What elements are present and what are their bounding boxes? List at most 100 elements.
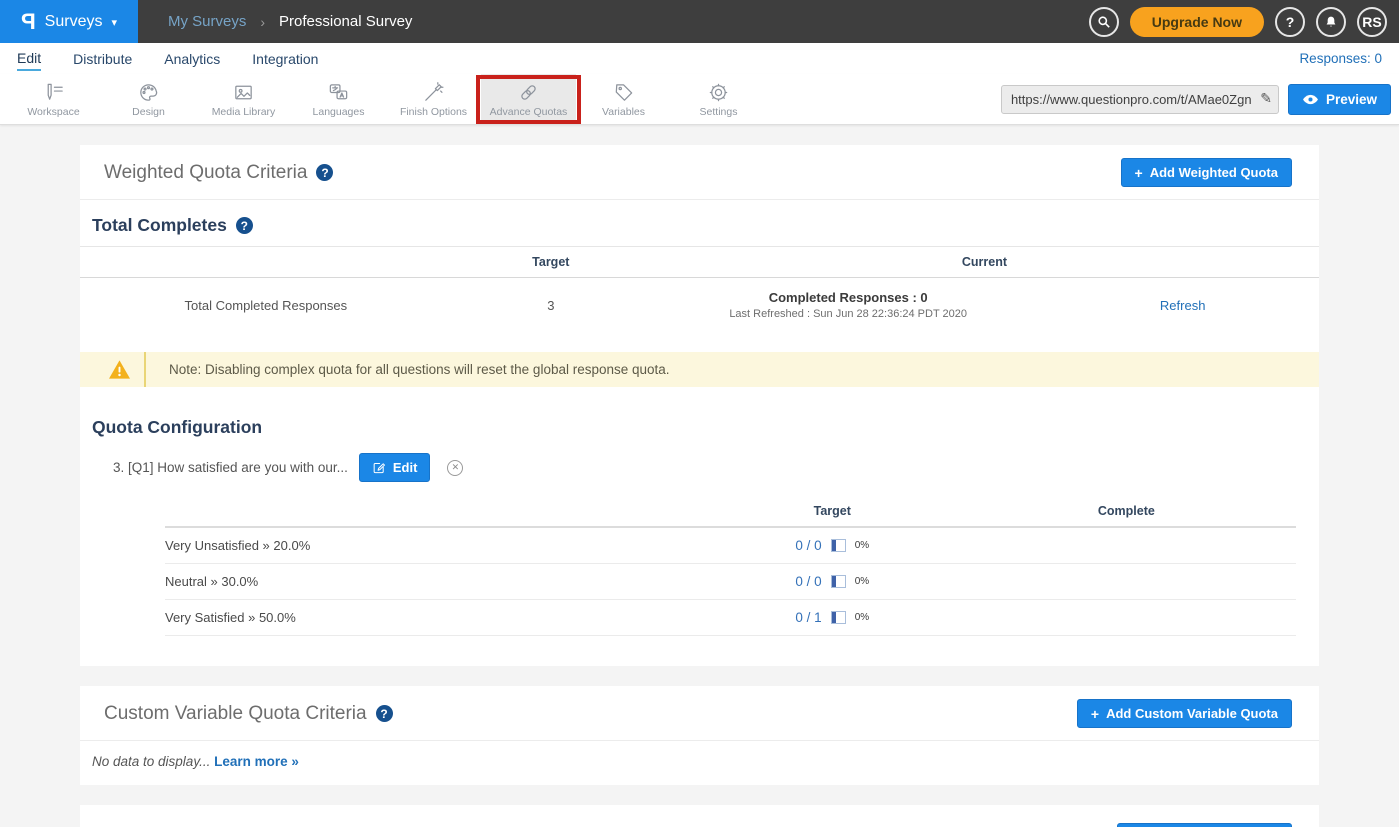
toolbar-advance-quotas-label: Advance Quotas — [490, 106, 568, 118]
help-button[interactable]: ? — [1275, 7, 1305, 37]
question-label: 3. [Q1] How satisfied are you with our..… — [113, 460, 348, 475]
edit-icon — [372, 461, 386, 475]
empty-state-row: No data to display... Learn more » — [80, 741, 1319, 785]
learn-more-link[interactable]: Learn more » — [214, 754, 299, 769]
toolbar-finish-options-label: Finish Options — [400, 106, 467, 118]
quota-question-row: 3. [Q1] How satisfied are you with our..… — [80, 438, 1319, 482]
surveys-product-menu[interactable]: P Surveys ▾ — [0, 0, 138, 43]
current-value: Completed Responses : 0 Last Refreshed :… — [650, 278, 1046, 334]
progress-bar — [831, 611, 846, 624]
column-target: Target — [708, 496, 957, 526]
pencil-icon[interactable]: ✎ — [1260, 90, 1272, 107]
completed-responses: Completed Responses : 0 — [769, 290, 928, 305]
progress-bar — [831, 539, 846, 552]
help-badge-icon[interactable]: ? — [316, 164, 333, 181]
quota-configuration-title: Quota Configuration — [80, 387, 1319, 438]
help-badge-icon[interactable]: ? — [236, 217, 253, 234]
custom-variable-title: Custom Variable Quota Criteria ? — [104, 703, 393, 725]
remove-quota-icon[interactable]: ✕ — [447, 460, 463, 476]
notifications-button[interactable] — [1316, 7, 1346, 37]
quota-target-value: 0 / 1 — [795, 610, 821, 625]
eye-icon — [1302, 93, 1319, 106]
refresh-link[interactable]: Refresh — [1160, 298, 1206, 313]
product-name: Surveys — [45, 13, 103, 31]
quota-table: Target Complete Very Unsatisfied » 20.0%… — [165, 496, 1296, 666]
weighted-quota-card: Weighted Quota Criteria ? + Add Weighted… — [80, 145, 1319, 666]
total-completes-row: Total Completed Responses 3 Completed Re… — [80, 278, 1319, 334]
note-text: Note: Disabling complex quota for all qu… — [169, 362, 670, 377]
quota-target-value: 0 / 0 — [795, 538, 821, 553]
total-completed-label: Total Completed Responses — [80, 286, 452, 327]
search-button[interactable] — [1089, 7, 1119, 37]
quota-row-label: Neutral » 30.0% — [165, 564, 708, 599]
toolbar-design-label: Design — [132, 106, 165, 118]
plus-icon: + — [1135, 165, 1143, 181]
edit-toolbar: Workspace Design Media Library Languages… — [0, 74, 1399, 125]
target-value: 3 — [452, 286, 650, 327]
toolbar-languages-label: Languages — [313, 106, 365, 118]
toolbar-workspace[interactable]: Workspace — [6, 74, 101, 124]
add-advanced-quota-button[interactable]: + Add Advanced Quota — [1117, 823, 1292, 827]
search-icon — [1096, 14, 1112, 30]
variables-icon — [612, 81, 635, 104]
add-weighted-quota-label: Add Weighted Quota — [1150, 165, 1278, 180]
media-library-icon — [232, 81, 255, 104]
edit-question-button[interactable]: Edit — [359, 453, 431, 482]
preview-button[interactable]: Preview — [1288, 84, 1391, 115]
toolbar-media-library-label: Media Library — [212, 106, 276, 118]
tab-distribute[interactable]: Distribute — [73, 47, 132, 70]
toolbar-finish-options[interactable]: Finish Options — [386, 74, 481, 124]
toolbar-settings-label: Settings — [700, 106, 738, 118]
caret-down-icon: ▾ — [111, 16, 117, 29]
user-avatar[interactable]: RS — [1357, 7, 1387, 37]
bell-icon — [1323, 14, 1339, 30]
toolbar-workspace-label: Workspace — [27, 106, 79, 118]
quota-row-label: Very Satisfied » 50.0% — [165, 600, 708, 635]
help-badge-icon[interactable]: ? — [376, 705, 393, 722]
quota-row: Very Unsatisfied » 20.0% 0 / 0 0% — [165, 528, 1296, 564]
toolbar-settings[interactable]: Settings — [671, 74, 766, 124]
settings-icon — [707, 81, 730, 104]
no-data-text: No data to display... — [92, 754, 210, 769]
quota-target-value: 0 / 0 — [795, 574, 821, 589]
header-actions: Upgrade Now ? RS — [1089, 7, 1399, 37]
toolbar-variables[interactable]: Variables — [576, 74, 671, 124]
column-complete: Complete — [957, 496, 1296, 526]
tab-analytics[interactable]: Analytics — [164, 47, 220, 70]
toolbar-languages[interactable]: Languages — [291, 74, 386, 124]
toolbar-advance-quotas[interactable]: Advance Quotas — [481, 74, 576, 124]
add-custom-variable-quota-button[interactable]: + Add Custom Variable Quota — [1077, 699, 1292, 728]
custom-variable-title-text: Custom Variable Quota Criteria — [104, 703, 367, 725]
toolbar-design[interactable]: Design — [101, 74, 196, 124]
breadcrumb: My Surveys › Professional Survey — [168, 13, 412, 30]
quota-percent: 0% — [855, 576, 869, 587]
total-completes-header-row: Target Current — [80, 246, 1319, 278]
tab-integration[interactable]: Integration — [252, 47, 318, 70]
warning-icon — [108, 359, 131, 380]
finish-options-icon — [422, 81, 445, 104]
total-completes-title: Total Completes ? — [80, 200, 1319, 246]
add-custom-variable-quota-label: Add Custom Variable Quota — [1106, 706, 1278, 721]
advanced-quota-card: Advanced Quota Control ? + Add Advanced … — [80, 805, 1319, 827]
edit-button-label: Edit — [393, 460, 418, 475]
design-icon — [137, 81, 160, 104]
weighted-quota-title-text: Weighted Quota Criteria — [104, 162, 307, 184]
breadcrumb-my-surveys[interactable]: My Surveys — [168, 13, 246, 30]
quota-percent: 0% — [855, 540, 869, 551]
add-weighted-quota-button[interactable]: + Add Weighted Quota — [1121, 158, 1293, 187]
question-icon: ? — [1286, 14, 1295, 30]
toolbar-media-library[interactable]: Media Library — [196, 74, 291, 124]
quota-note-banner: Note: Disabling complex quota for all qu… — [80, 352, 1319, 387]
survey-url-input[interactable] — [1001, 85, 1279, 114]
preview-button-label: Preview — [1326, 92, 1377, 107]
custom-variable-quota-card: Custom Variable Quota Criteria ? + Add C… — [80, 686, 1319, 785]
progress-bar — [831, 575, 846, 588]
total-completes-title-text: Total Completes — [92, 215, 227, 236]
tab-edit[interactable]: Edit — [17, 46, 41, 71]
column-current: Current — [650, 247, 1319, 277]
responses-count: Responses: 0 — [1299, 51, 1382, 66]
upgrade-now-button[interactable]: Upgrade Now — [1130, 7, 1264, 37]
questionpro-logo-icon: P — [21, 9, 36, 35]
survey-nav-tabs: Edit Distribute Analytics Integration Re… — [0, 43, 1399, 74]
note-divider — [144, 352, 146, 387]
